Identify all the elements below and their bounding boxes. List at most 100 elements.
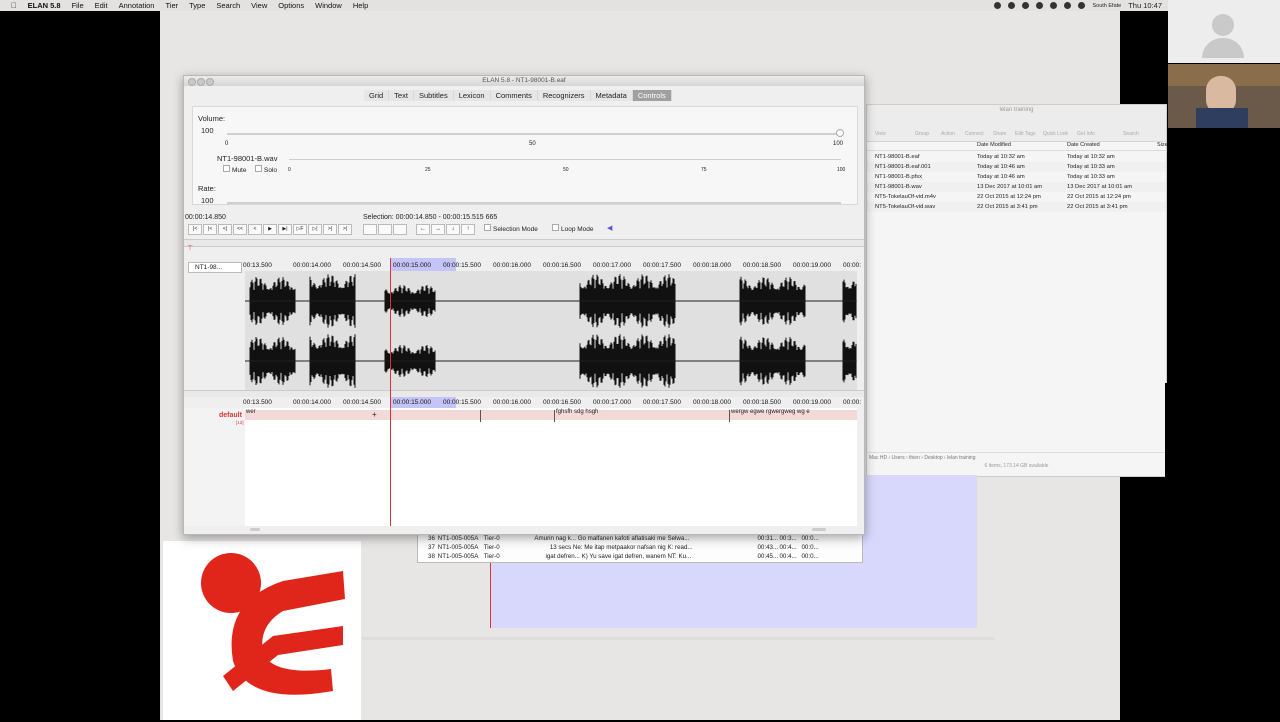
volume-slider[interactable] <box>227 133 841 135</box>
file-row[interactable]: NT5-TokelauOf-vid.wav 22 Oct 2015 at 3:41… <box>867 202 1166 212</box>
tab-controls[interactable]: Controls <box>632 90 672 101</box>
go-to-begin-button[interactable]: |< <box>188 224 202 235</box>
list-item[interactable]: 38 NT1-005-005A Tier-0 igat defren... K) Y… <box>418 552 862 561</box>
annotation[interactable]: wer <box>246 409 256 415</box>
finder-connect[interactable]: Connect <box>965 131 984 137</box>
horizontal-scrollbar[interactable] <box>250 528 260 531</box>
bluetooth-icon[interactable] <box>1050 2 1058 9</box>
speaker-icon[interactable]: ◀ <box>607 224 612 232</box>
volume-icon[interactable] <box>1078 2 1086 9</box>
zoom-button[interactable] <box>206 78 214 86</box>
annotation-area[interactable]: wer fghsfh sdg hsgh wergw egwe rgwergweg… <box>245 408 857 526</box>
loop-mode-checkbox[interactable]: Loop Mode <box>552 224 594 233</box>
path-users[interactable]: Users <box>892 455 905 461</box>
list-item[interactable]: 36 NT1-005-005A Tier-0 Amurin nag k... Go … <box>418 534 862 543</box>
previous-pixel-button[interactable]: << <box>233 224 247 235</box>
background-scrollbar[interactable] <box>362 637 994 640</box>
finder-share[interactable]: Share <box>993 131 1006 137</box>
annotation[interactable]: fghsfh sdg hsgh <box>556 409 598 415</box>
previous-second-button[interactable]: |< <box>203 224 217 235</box>
tab-metadata[interactable]: Metadata <box>590 90 633 101</box>
finder-search[interactable]: Search <box>1123 131 1139 137</box>
file-row[interactable]: NT1-98001-B.eaf Today at 10:32 am Today at… <box>867 152 1166 162</box>
menu-search[interactable]: Search <box>216 1 240 10</box>
previous-frame-button[interactable]: <| <box>218 224 232 235</box>
menu-file[interactable]: File <box>72 1 84 10</box>
minimize-button[interactable] <box>197 78 205 86</box>
crosshair-icon[interactable]: ⊤ <box>187 244 194 252</box>
next-frame-button[interactable]: ▷F <box>293 224 307 235</box>
down-arrow-icon[interactable]: ↓ <box>446 224 460 235</box>
file-row[interactable]: NT5-TokelauOf-vid.m4v 22 Oct 2015 at 12:2… <box>867 192 1166 202</box>
cloud-icon[interactable] <box>994 2 1002 9</box>
finder-view[interactable]: View <box>875 131 886 137</box>
waveform[interactable] <box>244 271 857 391</box>
left-arrow-icon[interactable]: ← <box>416 224 430 235</box>
list-item[interactable]: 37 NT1-005-005A Tier-0 13 secs Ne: Me itap… <box>418 543 862 552</box>
rate-slider[interactable] <box>227 202 841 204</box>
mute-checkbox[interactable]: Mute <box>223 165 246 174</box>
path-desktop[interactable]: Desktop <box>924 455 942 461</box>
path-mac-hd[interactable]: Mac HD <box>869 455 887 461</box>
dropbox-icon[interactable] <box>1008 2 1016 9</box>
col-date-modified[interactable]: Date Modified <box>977 141 1011 150</box>
file-row[interactable]: NT1-98001-B.wav 13 Dec 2017 at 10:01 am 13… <box>867 182 1166 192</box>
menu-options[interactable]: Options <box>278 1 304 10</box>
selection-mode-checkbox[interactable]: Selection Mode <box>484 224 538 233</box>
go-to-end-button[interactable]: >| <box>338 224 352 235</box>
annotation[interactable]: wergw egwe rgwergweg wg e <box>731 409 810 415</box>
next-second-button[interactable]: >| <box>323 224 337 235</box>
play-button[interactable]: ▶ <box>263 224 277 235</box>
tab-grid[interactable]: Grid <box>364 90 390 101</box>
tab-text[interactable]: Text <box>389 90 414 101</box>
menu-annotation[interactable]: Annotation <box>119 1 155 10</box>
finder-quick-look[interactable]: Quick Look <box>1043 131 1068 137</box>
tier-label-default[interactable]: default <box>219 412 242 419</box>
menu-type[interactable]: Type <box>189 1 205 10</box>
apple-icon[interactable]:  <box>11 1 17 10</box>
video-tile-speaker[interactable] <box>1168 64 1280 128</box>
col-size[interactable]: Size <box>1157 141 1168 150</box>
volume-knob[interactable] <box>836 129 844 137</box>
file-row[interactable]: NT1-98001-B.eaf.001 Today at 10:46 am Toda… <box>867 162 1166 172</box>
finder-get-info[interactable]: Get Info <box>1077 131 1095 137</box>
close-button[interactable] <box>188 78 196 86</box>
tab-comments[interactable]: Comments <box>490 90 538 101</box>
clear-selection-button[interactable] <box>378 224 392 235</box>
finder-edit-tags[interactable]: Edit Tags <box>1015 131 1035 137</box>
media-volume-slider[interactable] <box>289 159 841 160</box>
zoom-slider[interactable] <box>812 528 826 531</box>
solo-checkbox[interactable]: Solo <box>255 165 277 174</box>
menu-window[interactable]: Window <box>315 1 342 10</box>
window-titlebar[interactable]: ELAN 5.8 - NT1-98001-B.eaf <box>184 76 864 86</box>
next-pixel-button[interactable]: ▷| <box>308 224 322 235</box>
menu-edit[interactable]: Edit <box>95 1 108 10</box>
selection-begin-button[interactable] <box>393 224 407 235</box>
file-row[interactable]: NT1-98001-B.pfsx Today at 10:46 am Today a… <box>867 172 1166 182</box>
menu-help[interactable]: Help <box>353 1 368 10</box>
wifi-icon[interactable] <box>1064 2 1072 9</box>
col-date-created[interactable]: Date Created <box>1067 141 1100 150</box>
step-back-button[interactable]: < <box>248 224 262 235</box>
up-arrow-icon[interactable]: ↑ <box>461 224 475 235</box>
path-lelan-training[interactable]: lelan training <box>947 455 975 461</box>
tab-subtitles[interactable]: Subtitles <box>413 90 454 101</box>
play-selection-button[interactable] <box>363 224 377 235</box>
tab-lexicon[interactable]: Lexicon <box>453 90 491 101</box>
track-select[interactable]: NT1-98... <box>188 262 242 273</box>
shield-icon[interactable] <box>1022 2 1030 9</box>
keyboard-location[interactable]: South Efate <box>1092 3 1121 9</box>
path-thien[interactable]: thien <box>909 455 920 461</box>
video-tile-empty[interactable] <box>1168 0 1280 63</box>
right-arrow-icon[interactable]: → <box>431 224 445 235</box>
overview-ruler[interactable] <box>184 239 864 247</box>
tab-recognizers[interactable]: Recognizers <box>537 90 591 101</box>
menu-view[interactable]: View <box>251 1 267 10</box>
menu-app[interactable]: ELAN 5.8 <box>28 1 61 10</box>
menu-tier[interactable]: Tier <box>165 1 178 10</box>
finder-action[interactable]: Action <box>941 131 955 137</box>
step-forward-button[interactable]: ▶| <box>278 224 292 235</box>
finder-group[interactable]: Group <box>915 131 929 137</box>
viewer-divider[interactable] <box>184 390 864 397</box>
clock[interactable]: Thu 10:47 <box>1128 1 1162 10</box>
